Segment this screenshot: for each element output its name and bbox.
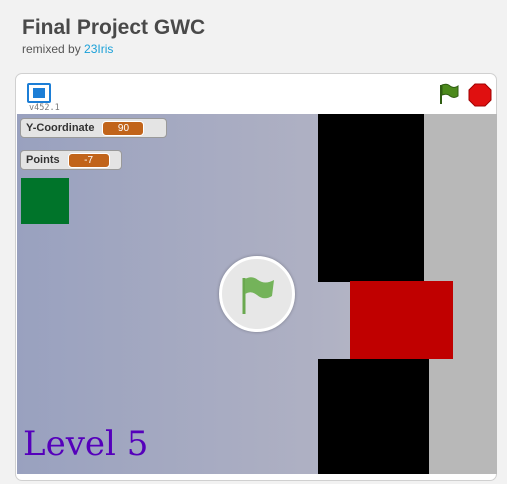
monitor-label: Points — [26, 154, 60, 166]
player-version: v452.1 — [29, 103, 60, 113]
start-overlay-button[interactable] — [219, 256, 295, 332]
level-label: Level 5 — [23, 424, 149, 464]
project-player: v452.1 Y-Coordinate 90 Points -7 Level 5 — [15, 73, 497, 481]
red-block-sprite — [350, 281, 453, 359]
remixed-by-label: remixed by — [22, 42, 85, 56]
stop-sign-icon[interactable] — [468, 83, 492, 107]
top-wall-sprite — [318, 114, 424, 282]
y-coordinate-monitor: Y-Coordinate 90 — [20, 118, 167, 138]
monitor-value: -7 — [67, 152, 110, 168]
stage[interactable]: Y-Coordinate 90 Points -7 Level 5 — [17, 114, 497, 474]
green-square-sprite — [21, 178, 69, 224]
remix-credit: remixed by 23Iris — [22, 42, 113, 56]
points-monitor: Points -7 — [20, 150, 122, 170]
author-link[interactable]: 23Iris — [84, 42, 113, 56]
monitor-label: Y-Coordinate — [26, 122, 95, 134]
green-flag-icon — [242, 277, 274, 314]
monitor-value: 90 — [102, 120, 145, 136]
green-flag-icon[interactable] — [436, 82, 460, 106]
bottom-wall-sprite — [318, 359, 429, 474]
project-title: Final Project GWC — [22, 16, 206, 39]
fullscreen-icon[interactable] — [27, 83, 51, 103]
